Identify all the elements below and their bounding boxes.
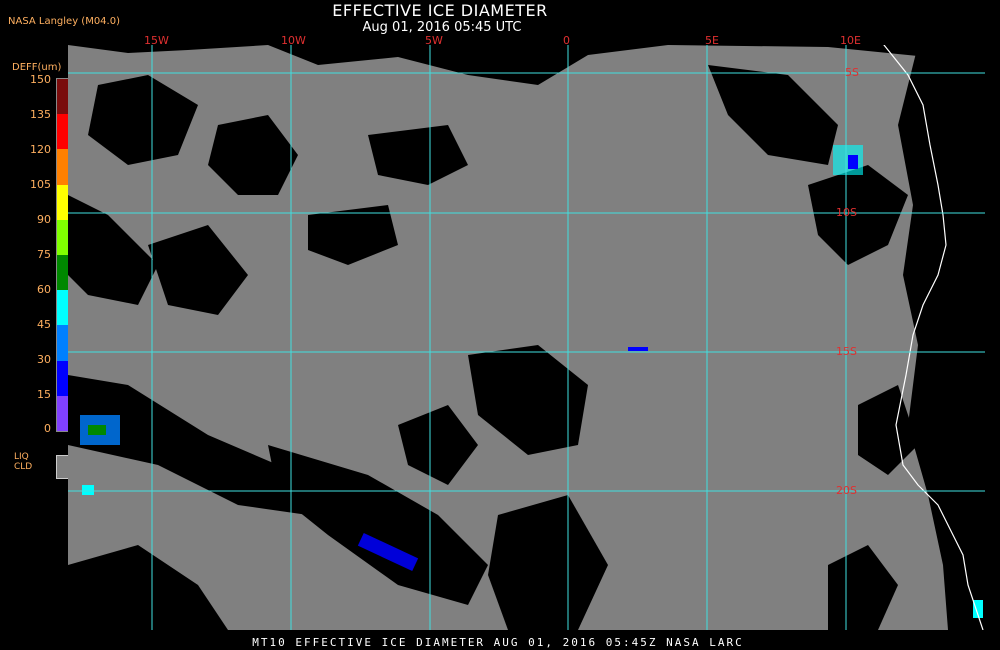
lat-label: 10S [836, 206, 857, 219]
lon-label: 0 [563, 34, 570, 47]
footer-caption: MT10 EFFECTIVE ICE DIAMETER AUG 01, 2016… [252, 636, 744, 649]
lat-label: 20S [836, 484, 857, 497]
map-canvas [68, 45, 985, 630]
legend-title: DEFF(um) [12, 62, 62, 73]
legend-tick: 120 [30, 143, 51, 156]
lon-label: 10W [281, 34, 306, 47]
legend-tick: 105 [30, 178, 51, 191]
legend-tick: 90 [37, 213, 51, 226]
liquid-label-line1: LIQ [14, 452, 29, 462]
legend-tick: 60 [37, 283, 51, 296]
legend-tick: 135 [30, 108, 51, 121]
lat-label: 15S [836, 345, 857, 358]
satellite-map: 15W 10W 5W 0 5E 10E 5S 10S 15S 20S [68, 34, 985, 630]
legend-tick: 150 [30, 73, 51, 86]
legend-tick: 45 [37, 318, 51, 331]
map-title: EFFECTIVE ICE DIAMETER [332, 1, 548, 20]
legend-tick: 15 [37, 388, 51, 401]
lon-label: 5E [705, 34, 719, 47]
map-timestamp: Aug 01, 2016 05:45 UTC [362, 20, 522, 35]
liquid-label-line2: CLD [14, 462, 33, 472]
legend-tick: 0 [44, 422, 51, 435]
lon-label: 5W [425, 34, 443, 47]
liquid-cloud-label: LIQ CLD [14, 452, 32, 472]
legend-tick: 30 [37, 353, 51, 366]
lon-label: 15W [144, 34, 169, 47]
legend-tick: 75 [37, 248, 51, 261]
lat-label: 5S [845, 66, 859, 79]
lon-label: 10E [840, 34, 861, 47]
source-credit: NASA Langley (M04.0) [8, 16, 120, 27]
